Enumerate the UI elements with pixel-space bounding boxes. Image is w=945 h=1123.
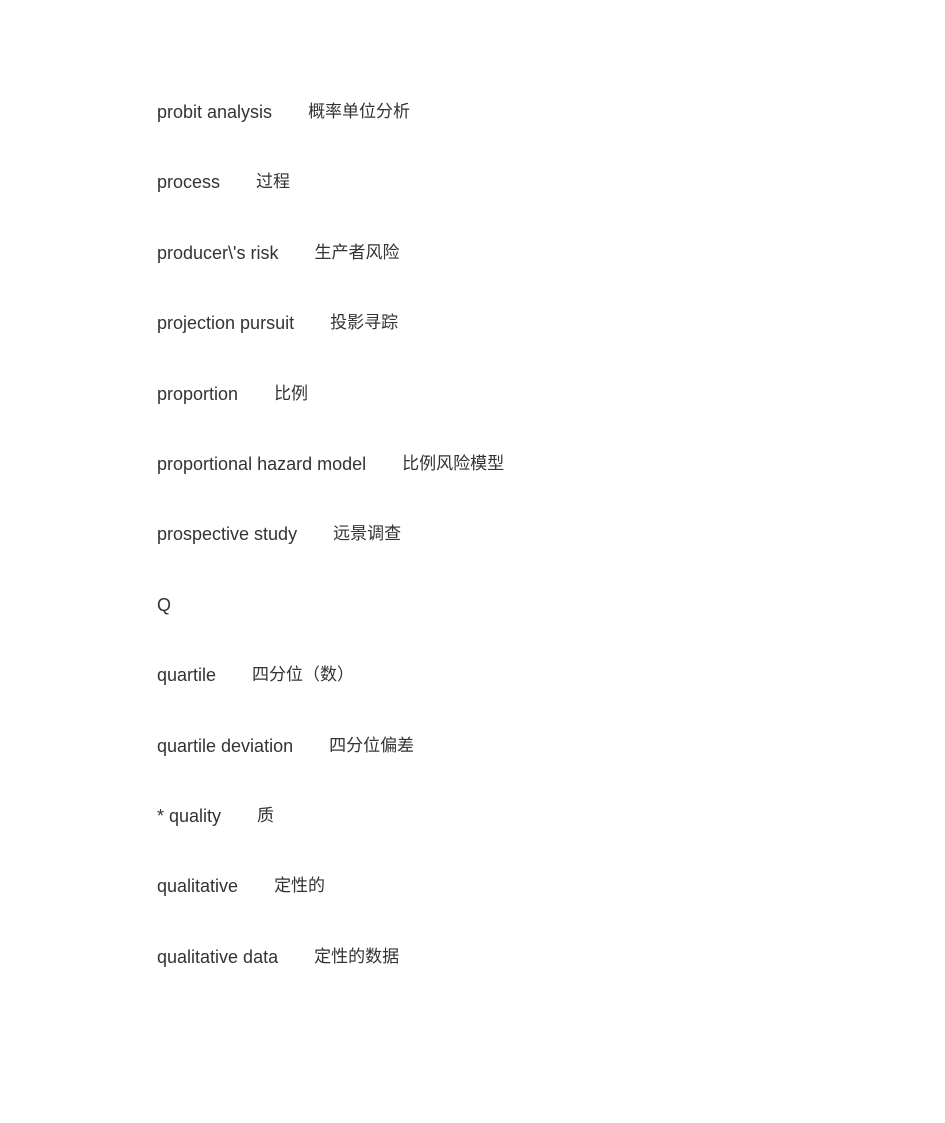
entry-term: process bbox=[157, 172, 221, 193]
entry-translation: 比例 bbox=[274, 383, 309, 404]
entry-translation: 定性的 bbox=[274, 876, 326, 897]
glossary-entry: quartile 四分位（数） bbox=[157, 662, 504, 732]
entry-translation: 四分位偏差 bbox=[329, 735, 415, 756]
glossary-entry: projection pursuit 投影寻踪 bbox=[157, 310, 504, 380]
glossary-entry: producer\'s risk 生产者风险 bbox=[157, 240, 504, 310]
glossary-entry: * quality 质 bbox=[157, 803, 504, 873]
section-letter: Q bbox=[157, 594, 172, 615]
glossary-entry: prospective study 远景调查 bbox=[157, 521, 504, 591]
entry-term: qualitative bbox=[157, 876, 239, 897]
glossary-entry: proportional hazard model 比例风险模型 bbox=[157, 451, 504, 521]
glossary-entry: quartile deviation 四分位偏差 bbox=[157, 733, 504, 803]
entry-translation: 质 bbox=[257, 805, 275, 826]
entry-translation: 生产者风险 bbox=[314, 242, 400, 263]
entry-translation: 比例风险模型 bbox=[402, 453, 505, 474]
entry-term: producer\'s risk bbox=[157, 242, 279, 263]
entry-term: quartile deviation bbox=[157, 735, 294, 756]
entry-term: projection pursuit bbox=[157, 313, 295, 334]
glossary-entry: qualitative 定性的 bbox=[157, 873, 504, 943]
entry-translation: 概率单位分析 bbox=[308, 102, 411, 122]
glossary-entry: qualitative data 定性的数据 bbox=[157, 944, 504, 1014]
entry-translation: 投影寻踪 bbox=[330, 313, 399, 334]
entry-term: prospective study bbox=[157, 524, 298, 545]
entry-term: probit analysis bbox=[157, 102, 273, 122]
entry-translation: 过程 bbox=[256, 172, 291, 193]
section-letter-heading: Q bbox=[157, 592, 504, 662]
entry-translation: 四分位（数） bbox=[252, 665, 355, 686]
entry-term: quartile bbox=[157, 665, 217, 686]
entry-translation: 定性的数据 bbox=[314, 946, 400, 967]
glossary-entry: proportion 比例 bbox=[157, 381, 504, 451]
entry-term: proportion bbox=[157, 383, 239, 404]
entry-term: qualitative data bbox=[157, 946, 279, 967]
entry-translation: 远景调查 bbox=[333, 524, 402, 545]
entry-term: proportional hazard model bbox=[157, 453, 367, 474]
entry-term: * quality bbox=[157, 805, 222, 826]
glossary-list: probit analysis 概率单位分析 process 过程 producer… bbox=[157, 99, 504, 1014]
document-page: probit analysis 概率单位分析 process 过程 producer… bbox=[0, 0, 945, 1123]
glossary-entry: probit analysis 概率单位分析 bbox=[157, 99, 504, 169]
glossary-entry: process 过程 bbox=[157, 169, 504, 239]
